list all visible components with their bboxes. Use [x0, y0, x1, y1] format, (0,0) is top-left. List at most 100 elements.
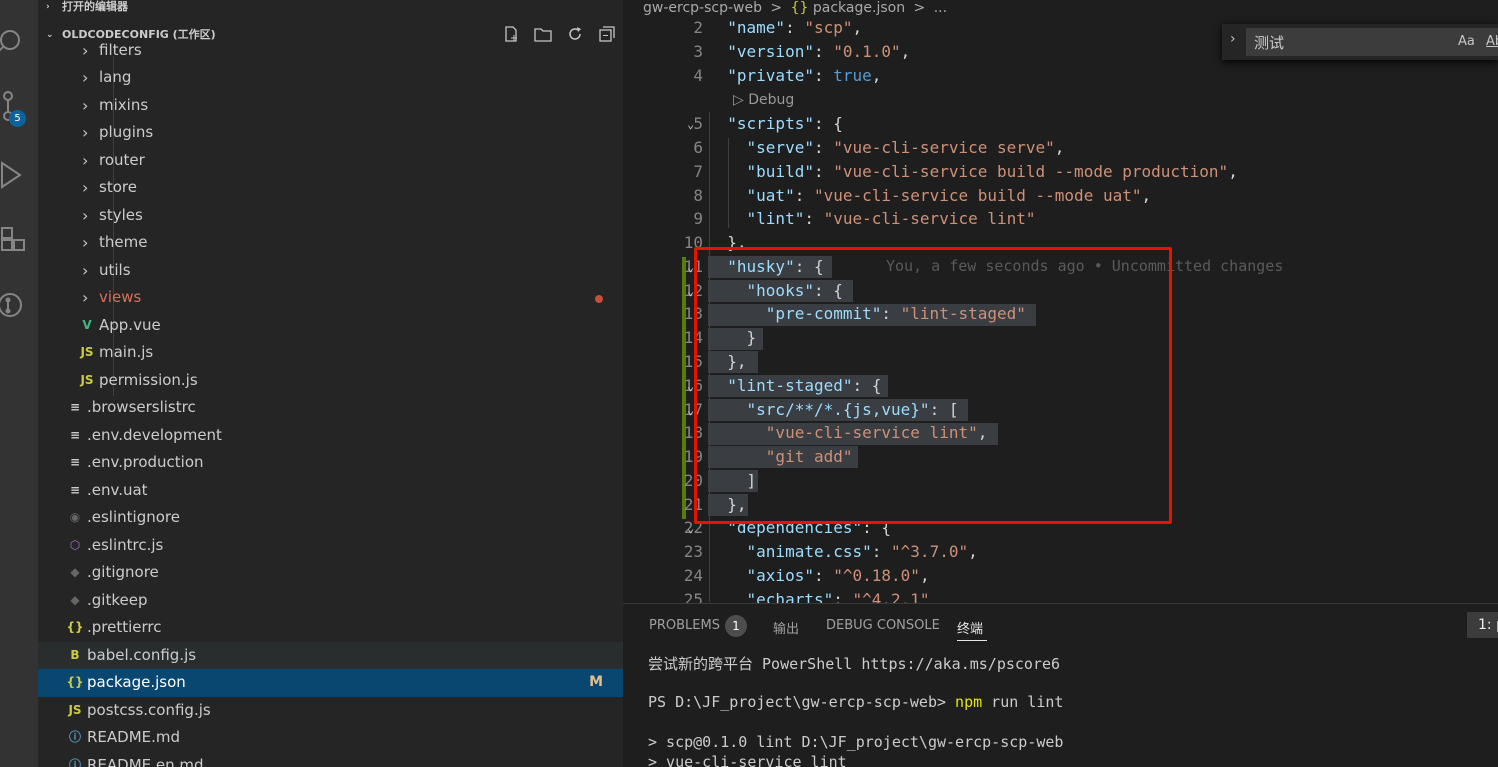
problems-count-badge: 1 — [725, 615, 747, 637]
tree-item-label: .browserslistrc — [87, 398, 196, 416]
breadcrumb-folder[interactable]: gw-ercp-scp-web — [643, 0, 762, 16]
find-widget: › 测试 Aa Ab — [1222, 24, 1498, 60]
code-text: "echarts": "^4.2.1" — [746, 590, 930, 603]
line-number: 3 — [693, 42, 703, 61]
line-number: 2 — [693, 18, 703, 37]
folder-styles[interactable]: › styles — [38, 202, 623, 230]
code-line[interactable]: 9 "lint": "vue-cli-service lint" — [623, 207, 1498, 231]
info-file-icon: ⓘ — [68, 730, 81, 744]
file-README-md[interactable]: ⓘ README.md — [38, 724, 623, 752]
code-line[interactable]: 6 "serve": "vue-cli-service serve", — [623, 136, 1498, 160]
file-App-vue[interactable]: V App.vue — [38, 312, 623, 340]
bottom-panel: PROBLEMS 1 输出 DEBUG CONSOLE 终端 1: p 尝试新的… — [623, 603, 1498, 767]
file-prettierrc[interactable]: {} .prettierrc — [38, 614, 623, 642]
tab-debug-console[interactable]: DEBUG CONSOLE — [826, 618, 940, 633]
open-editors-header[interactable]: › 打开的编辑器 — [38, 0, 623, 18]
tree-item-label: package.json — [87, 673, 186, 691]
chevron-right-icon: › — [82, 288, 89, 307]
search-icon[interactable] — [0, 20, 38, 60]
code-line[interactable]: 7 "build": "vue-cli-service build --mode… — [623, 160, 1498, 184]
folder-utils[interactable]: › utils — [38, 257, 623, 285]
text-file-icon: ≡ — [69, 455, 81, 469]
babel-file-icon: B — [70, 648, 80, 662]
folder-router[interactable]: › router — [38, 147, 623, 175]
tree-item-label: views — [99, 288, 142, 306]
line-number: 6 — [693, 138, 703, 157]
terminal-command: npm — [955, 693, 983, 711]
folder-lang[interactable]: › lang — [38, 64, 623, 92]
tree-item-label: .env.uat — [87, 481, 148, 499]
tab-terminal[interactable]: 终端 — [957, 618, 983, 637]
file-gitkeep[interactable]: ◆ .gitkeep — [38, 587, 623, 615]
code-line[interactable]: 8 "uat": "vue-cli-service build --mode u… — [623, 184, 1498, 208]
file-main-js[interactable]: JS main.js — [38, 339, 623, 367]
folder-plugins[interactable]: › plugins — [38, 119, 623, 147]
find-input[interactable]: 测试 Aa Ab — [1246, 28, 1498, 56]
match-case-toggle[interactable]: Aa — [1458, 34, 1475, 49]
breadcrumb-file[interactable]: package.json — [813, 0, 905, 16]
tab-problems[interactable]: PROBLEMS — [649, 618, 720, 633]
tree-item-label: .env.production — [87, 453, 204, 471]
line-number: 4 — [693, 66, 703, 85]
tree-item-label: filters — [99, 41, 142, 59]
tab-output[interactable]: 输出 — [773, 618, 799, 637]
file-gitignore[interactable]: ◆ .gitignore — [38, 559, 623, 587]
tree-item-label: README.en.md — [87, 756, 204, 767]
code-text: "uat": "vue-cli-service build --mode uat… — [746, 186, 1152, 205]
git-graph-icon[interactable] — [0, 285, 38, 325]
tree-item-label: plugins — [99, 123, 154, 141]
folder-mixins[interactable]: › mixins — [38, 92, 623, 120]
code-line[interactable]: 25 "echarts": "^4.2.1" — [623, 588, 1498, 603]
activity-bar: 5 — [0, 0, 38, 767]
editor-area[interactable]: gw-ercp-scp-web > {} package.json > ... … — [623, 0, 1498, 603]
js-file-icon: JS — [68, 703, 82, 717]
tree-item-label: utils — [99, 261, 131, 279]
code-text: "private": true, — [727, 66, 882, 85]
tree-item-label: permission.js — [99, 371, 198, 389]
folder-views[interactable]: › views — [38, 284, 623, 312]
tree-item-label: .prettierrc — [87, 618, 162, 636]
code-text: "scripts": { — [727, 114, 843, 133]
file-permission-js[interactable]: JS permission.js — [38, 367, 623, 395]
extensions-icon[interactable] — [0, 220, 38, 260]
code-line[interactable]: 24 "axios": "^0.18.0", — [623, 564, 1498, 588]
toggle-replace-icon[interactable]: › — [1230, 31, 1236, 47]
codelens-debug[interactable]: ▷ Debug — [733, 92, 794, 108]
breadcrumb-more[interactable]: ... — [934, 0, 947, 16]
match-word-toggle[interactable]: Ab — [1486, 34, 1498, 49]
folder-store[interactable]: › store — [38, 174, 623, 202]
folder-filters[interactable]: › filters — [38, 37, 623, 65]
run-debug-icon[interactable] — [0, 155, 38, 195]
breadcrumb: gw-ercp-scp-web > {} package.json > ... — [643, 0, 947, 16]
file-browserslistrc[interactable]: ≡ .browserslistrc — [38, 394, 623, 422]
file-eslintrc-js[interactable]: ⬡ .eslintrc.js — [38, 532, 623, 560]
chevron-right-icon: › — [82, 96, 89, 115]
file-README-en-md[interactable]: ⓘ README.en.md — [38, 752, 623, 767]
file-babel-config-js[interactable]: Bbabel.config.js — [38, 642, 623, 670]
tree-item-label: mixins — [99, 96, 149, 114]
file-package-json[interactable]: {} package.json M — [38, 669, 623, 697]
text-file-icon: ≡ — [69, 483, 81, 497]
file-postcss-config-js[interactable]: JS postcss.config.js — [38, 697, 623, 725]
fold-chevron-icon[interactable]: ⌄ — [687, 112, 694, 136]
find-input-value: 测试 — [1254, 34, 1285, 52]
tree-item-label: router — [99, 151, 145, 169]
file-env-uat[interactable]: ≡ .env.uat — [38, 477, 623, 505]
file-eslintignore[interactable]: ◉ .eslintignore — [38, 504, 623, 532]
code-line[interactable]: 5 ⌄ "scripts": { — [623, 112, 1498, 136]
modified-dot-icon — [595, 295, 603, 303]
folder-theme[interactable]: › theme — [38, 229, 623, 257]
terminal-command-args: run lint — [982, 693, 1064, 711]
tree-item-label: styles — [99, 206, 143, 224]
tree-item-label: babel.config.js — [87, 646, 197, 664]
code-line[interactable]: 23 "animate.css": "^3.7.0", — [623, 540, 1498, 564]
file-env-production[interactable]: ≡ .env.production — [38, 449, 623, 477]
chevron-right-icon: › — [82, 206, 89, 225]
info-file-icon: ⓘ — [68, 758, 81, 767]
terminal-selector[interactable]: 1: p — [1467, 612, 1498, 638]
json-file-icon: {} — [66, 675, 84, 689]
file-env-development[interactable]: ≡ .env.development — [38, 422, 623, 450]
git-file-icon: ◆ — [70, 593, 80, 607]
code-line[interactable]: 4 "private": true, — [623, 64, 1498, 88]
git-modified-badge: M — [589, 674, 603, 690]
